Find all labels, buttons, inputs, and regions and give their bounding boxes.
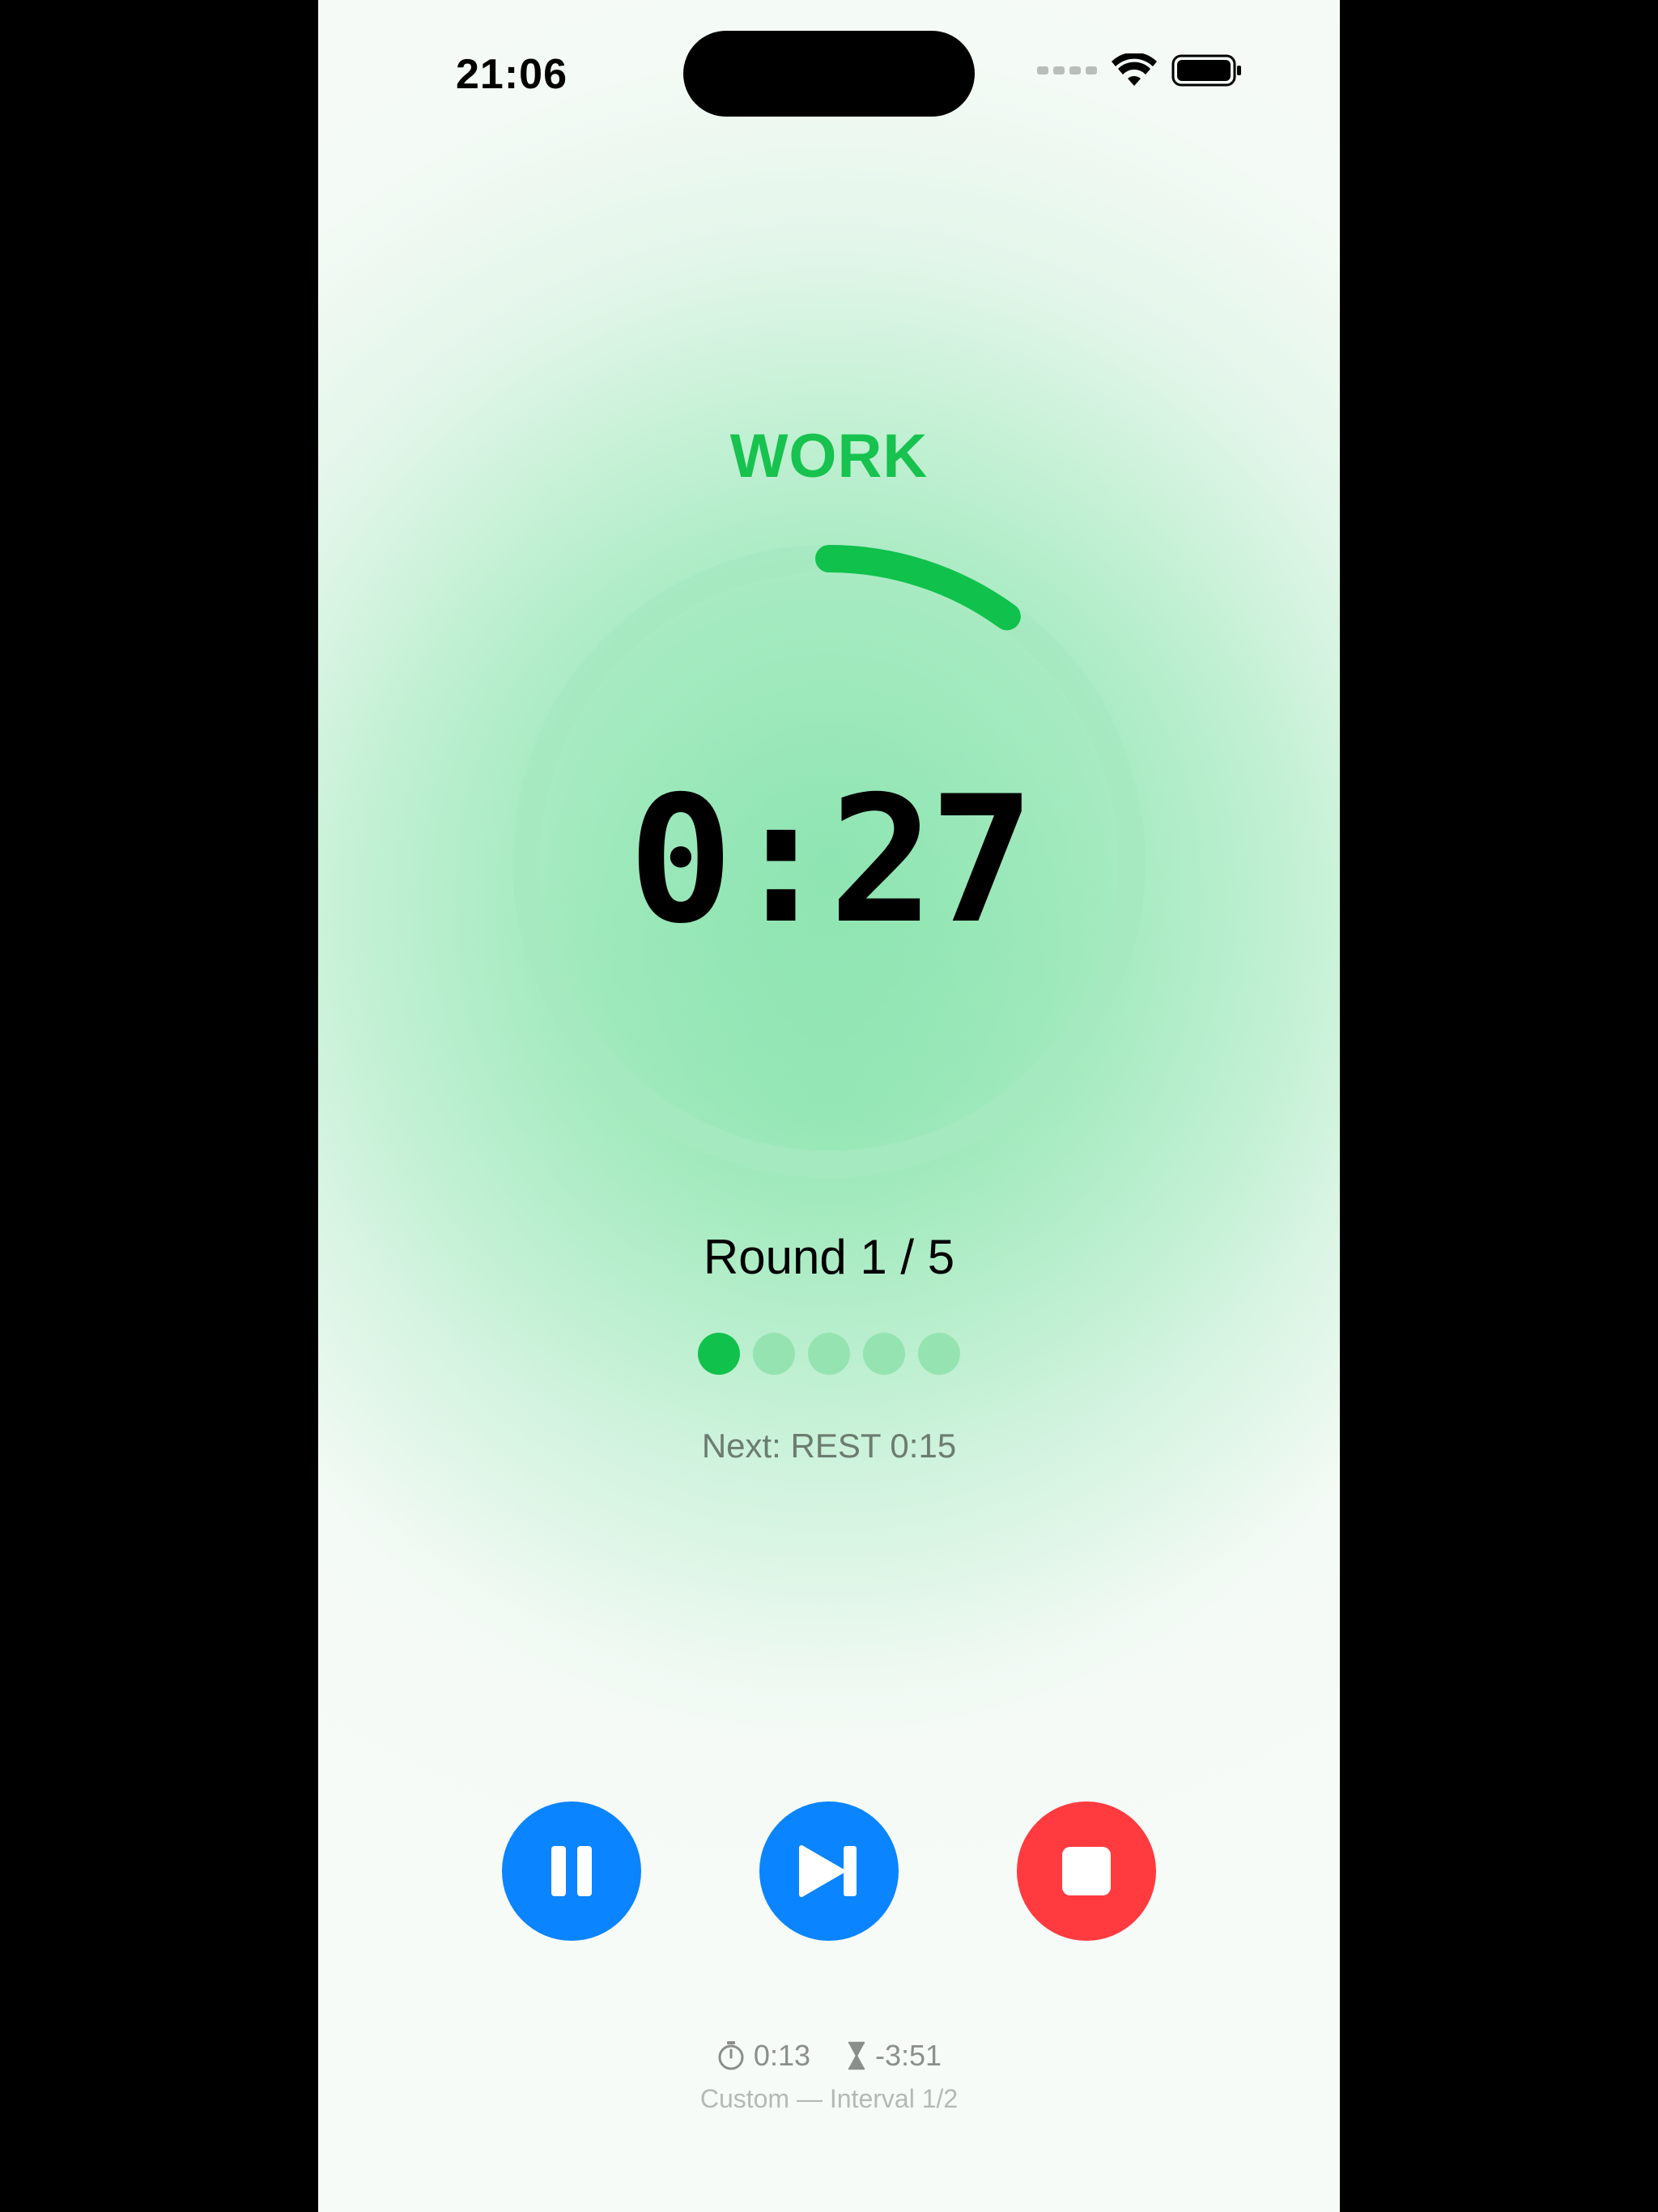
workout-caption: Custom — Interval 1/2 — [699, 2084, 959, 2113]
remaining-stat: -3:51 — [846, 2039, 942, 2073]
playback-controls — [318, 1802, 1340, 1941]
session-stats: 0:13 -3:51 — [318, 2039, 1340, 2073]
dynamic-island — [683, 31, 975, 117]
battery-icon — [1171, 54, 1241, 87]
round-dot — [918, 1333, 960, 1375]
elapsed-time: 0:13 — [753, 2039, 810, 2072]
round-label: Round 1 / 5 — [703, 1230, 955, 1284]
status-time: 21:06 — [456, 51, 568, 98]
pause-button[interactable] — [502, 1802, 641, 1941]
round-indicator — [318, 1333, 1340, 1375]
round-dot — [698, 1333, 740, 1375]
stop-button[interactable] — [1017, 1802, 1156, 1941]
round-dot — [863, 1333, 905, 1375]
wifi-icon — [1112, 53, 1157, 86]
timer-screen: 21:06 WORK 0:27 Round 1 / 5 Next: REST 0… — [318, 0, 1340, 2212]
hourglass-icon — [848, 2041, 865, 2070]
round-dot — [808, 1333, 850, 1375]
remaining-time: -3:51 — [875, 2039, 942, 2072]
stopwatch-icon — [718, 2041, 744, 2070]
next-interval-label: Next: REST 0:15 — [701, 1427, 957, 1465]
pause-icon — [551, 1846, 592, 1896]
round-dot — [753, 1333, 795, 1375]
elapsed-stat: 0:13 — [716, 2039, 810, 2073]
stop-icon — [1062, 1847, 1111, 1895]
phase-label: WORK — [729, 422, 929, 491]
skip-button[interactable] — [759, 1802, 899, 1941]
countdown-time: 0:27 — [627, 759, 1035, 962]
progress-ring-arc — [815, 545, 1021, 631]
skip-forward-icon — [799, 1845, 857, 1897]
status-indicators — [1037, 53, 1243, 87]
cellular-signal-icon — [1037, 66, 1097, 74]
